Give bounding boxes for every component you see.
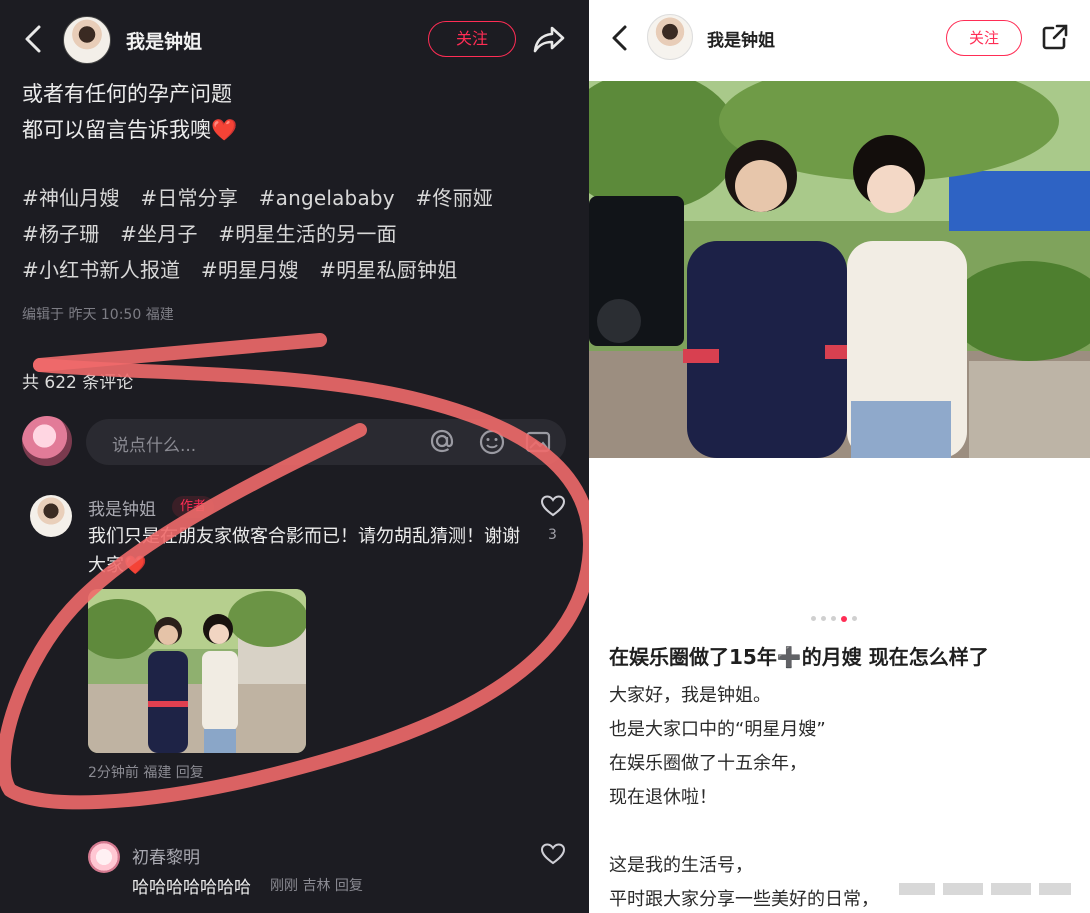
follow-button[interactable]: 关注 [946, 20, 1022, 56]
heart-icon[interactable] [540, 494, 566, 518]
hashtag[interactable]: #angelababy [259, 186, 395, 210]
reply-author-name[interactable]: 初春黎明 [132, 843, 200, 868]
author-name[interactable]: 我是钟姐 [126, 27, 202, 54]
hashtag[interactable]: #明星生活的另一面 [218, 222, 397, 246]
comment-count: 共 622 条评论 [22, 373, 134, 393]
post-photo[interactable] [589, 81, 1090, 458]
share-icon[interactable] [532, 24, 566, 54]
edited-timestamp: 编辑于 昨天 10:50 福建 [22, 307, 174, 323]
body-line: 都可以留言告诉我噢❤️ [22, 118, 238, 142]
post-photo-image [589, 81, 1090, 458]
author-avatar[interactable] [63, 16, 111, 64]
hashtag[interactable]: #佟丽娅 [415, 186, 493, 210]
post-body: 或者有任何的孕产问题 都可以留言告诉我噢❤️ [22, 76, 582, 148]
comment-photo-image [88, 589, 306, 753]
content-line: 现在退休啦！ [609, 787, 717, 808]
hashtag[interactable]: #小红书新人报道 [22, 258, 180, 282]
carousel-dot[interactable] [821, 616, 826, 621]
post-title: 在娱乐圈做了15年➕的月嫂 现在怎么样了 [609, 645, 989, 669]
watermark [893, 878, 1078, 900]
heart-icon[interactable] [540, 842, 566, 866]
hashtag[interactable]: #日常分享 [140, 186, 238, 210]
follow-button[interactable]: 关注 [428, 21, 516, 57]
back-arrow-icon[interactable] [20, 22, 48, 56]
hashtag[interactable]: #神仙月嫂 [22, 186, 120, 210]
comment-photo[interactable] [88, 589, 306, 753]
carousel-dot[interactable] [811, 616, 816, 621]
reply-meta[interactable]: 刚刚 吉林 回复 [270, 875, 363, 895]
author-name[interactable]: 我是钟姐 [707, 26, 775, 51]
carousel-dot-active[interactable] [841, 615, 847, 622]
external-share-icon[interactable] [1041, 23, 1069, 51]
author-badge: 作者 [172, 496, 215, 518]
carousel-dot[interactable] [831, 616, 836, 621]
comment-input-placeholder: 说点什么... [112, 436, 197, 456]
at-icon[interactable] [428, 427, 456, 455]
carousel-dot[interactable] [852, 616, 857, 621]
hashtag[interactable]: #明星私厨钟姐 [319, 258, 457, 282]
comment-input[interactable]: 说点什么... [86, 419, 566, 465]
reply-text: 哈哈哈哈哈哈哈 [132, 878, 251, 898]
post-panel: 我是钟姐 关注 在娱乐圈做了15年➕的月嫂 现在怎么样了 大家好，我是钟姐。 也… [589, 0, 1090, 913]
reply-author-avatar[interactable] [88, 841, 120, 873]
comment-text: 我们只是在朋友家做客合影而已！请勿胡乱猜测！谢谢大家❤️ [88, 526, 520, 576]
comment-author-avatar[interactable] [30, 495, 72, 537]
hashtag[interactable]: #明星月嫂 [201, 258, 299, 282]
back-arrow-icon[interactable] [607, 22, 633, 54]
top-bar: 我是钟姐 关注 [0, 0, 589, 78]
like-count: 3 [548, 527, 557, 543]
body-line: 或者有任何的孕产问题 [22, 82, 232, 106]
author-avatar[interactable] [647, 14, 693, 60]
comments-panel: 我是钟姐 关注 或者有任何的孕产问题 都可以留言告诉我噢❤️ #神仙月嫂 #日常… [0, 0, 589, 913]
image-icon[interactable] [524, 428, 552, 456]
comment-meta[interactable]: 2分钟前 福建 回复 [88, 762, 204, 782]
content-line [609, 815, 1079, 849]
hashtag[interactable]: #坐月子 [120, 222, 198, 246]
content-line: 也是大家口中的“明星月嫂” [609, 719, 826, 740]
hashtag[interactable]: #杨子珊 [22, 222, 100, 246]
comment-author-name[interactable]: 我是钟姐 [88, 495, 156, 520]
current-user-avatar [22, 416, 72, 466]
content-line: 在娱乐圈做了十五余年， [609, 753, 807, 774]
content-line: 大家好，我是钟姐。 [609, 685, 771, 706]
emoji-icon[interactable] [478, 428, 506, 456]
hashtag-list: #神仙月嫂 #日常分享 #angelababy #佟丽娅 #杨子珊 #坐月子 #… [22, 180, 572, 288]
